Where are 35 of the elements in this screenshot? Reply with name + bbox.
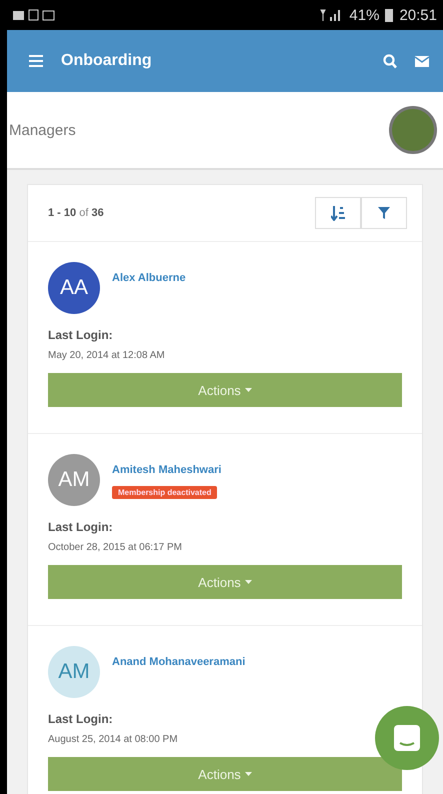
avatar: AM — [48, 454, 100, 506]
chat-icon — [394, 725, 420, 751]
envelope-icon[interactable] — [415, 56, 429, 66]
actions-button[interactable]: Actions — [48, 373, 402, 407]
result-count: 1 - 10 of 36 — [48, 207, 104, 219]
avatar: AA — [48, 262, 100, 314]
notification-icon — [13, 9, 57, 21]
search-icon[interactable] — [383, 54, 397, 68]
actions-button[interactable]: Actions — [48, 757, 402, 791]
manager-name-link[interactable]: Amitesh Maheshwari — [112, 464, 222, 476]
menu-icon[interactable] — [29, 55, 43, 67]
caret-icon — [244, 388, 252, 392]
last-login-date: May 20, 2014 at 12:08 AM — [48, 350, 166, 361]
last-login-label: Last Login: — [48, 520, 114, 534]
last-login-label: Last Login: — [48, 712, 114, 726]
actions-button[interactable]: Actions — [48, 565, 402, 599]
battery-icon — [385, 8, 394, 22]
last-login-date: August 25, 2014 at 08:00 PM — [48, 734, 179, 745]
status-badge: Membership deactivated — [112, 486, 218, 499]
caret-icon — [244, 580, 252, 584]
caret-icon — [244, 772, 252, 776]
manager-name-link[interactable]: Alex Albuerne — [112, 272, 186, 284]
filter-icon — [378, 207, 390, 219]
avatar: AM — [48, 646, 100, 698]
sort-button[interactable] — [315, 197, 361, 229]
battery-percent: 41% — [349, 6, 380, 24]
last-login-date: October 28, 2015 at 06:17 PM — [48, 542, 183, 553]
last-login-label: Last Login: — [48, 328, 114, 342]
filter-button[interactable] — [361, 197, 407, 229]
manager-name-link[interactable]: Anand Mohanaveeramani — [112, 656, 246, 668]
section-title: Managers — [9, 122, 76, 138]
app-title: Onboarding — [61, 52, 153, 70]
clock: 20:51 — [399, 6, 437, 24]
round-button[interactable] — [389, 106, 437, 154]
sort-icon — [331, 205, 345, 221]
